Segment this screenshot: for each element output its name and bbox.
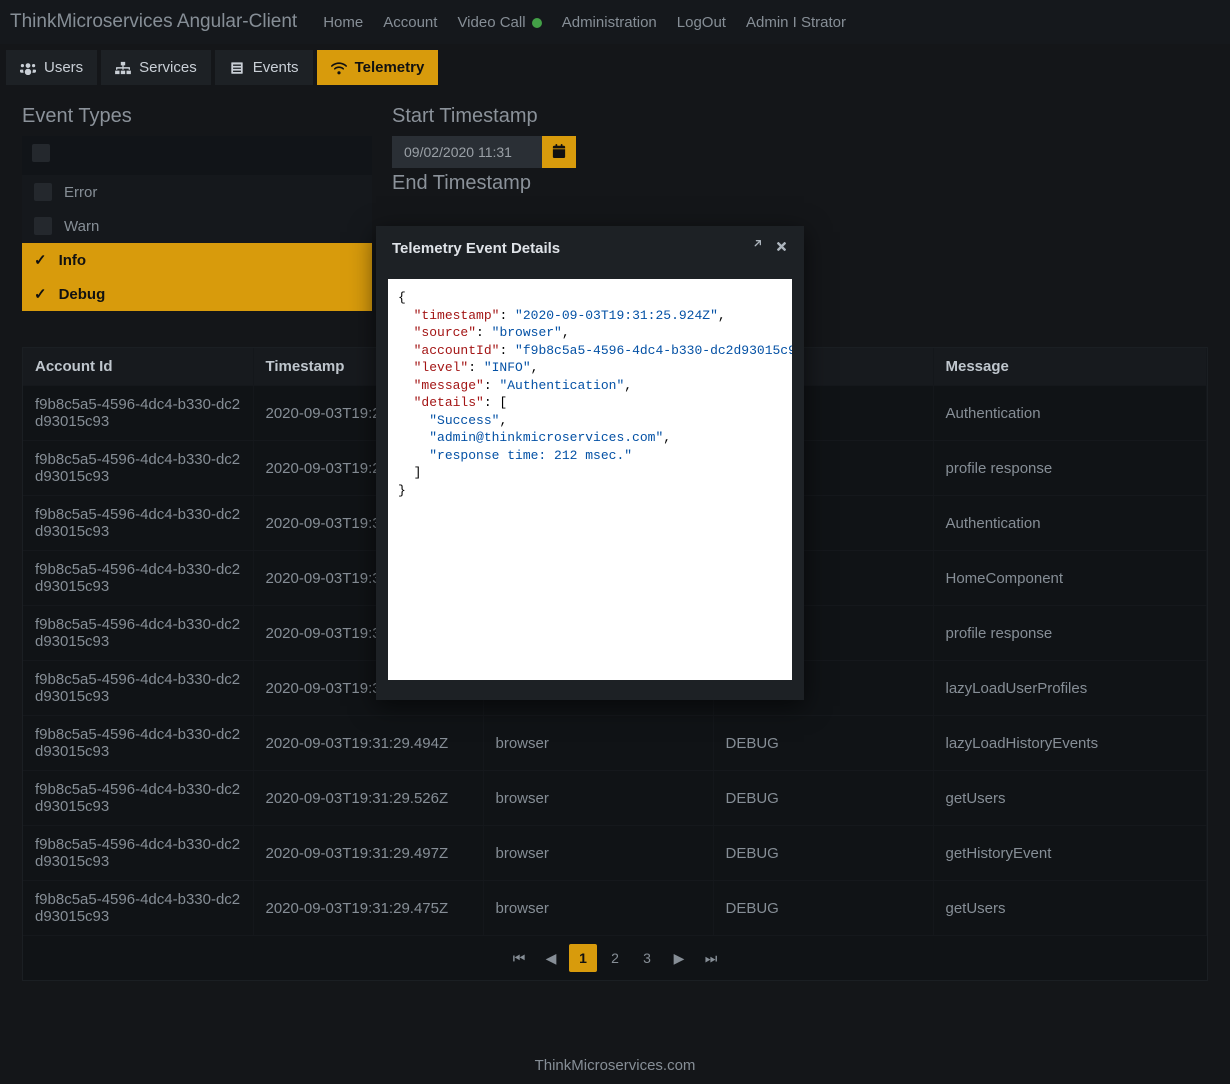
- presence-dot-icon: [532, 18, 542, 28]
- table-cell: getHistoryEvent: [933, 826, 1207, 881]
- tab-users[interactable]: Users: [6, 50, 97, 85]
- table-cell: browser: [483, 771, 713, 826]
- table-cell: f9b8c5a5-4596-4dc4-b330-dc2d93015c93: [23, 661, 253, 716]
- table-cell: getUsers: [933, 881, 1207, 936]
- maximize-icon[interactable]: [747, 240, 761, 257]
- table-cell: f9b8c5a5-4596-4dc4-b330-dc2d93015c93: [23, 386, 253, 441]
- check-icon: ✓: [34, 251, 47, 269]
- table-cell: DEBUG: [713, 881, 933, 936]
- start-timestamp-picker-button[interactable]: [542, 136, 576, 168]
- event-types-list: Error Warn ✓ Info ✓ Debug: [22, 136, 372, 311]
- start-timestamp-input[interactable]: [392, 136, 542, 168]
- table-cell: browser: [483, 716, 713, 771]
- start-timestamp-title: Start Timestamp: [392, 105, 1208, 128]
- pager-page-2[interactable]: 2: [601, 944, 629, 972]
- table-cell: HomeComponent: [933, 551, 1207, 606]
- nav-account[interactable]: Account: [375, 8, 445, 37]
- table-cell: 2020-09-03T19:31:29.494Z: [253, 716, 483, 771]
- tab-services[interactable]: Services: [101, 50, 211, 85]
- table-cell: Authentication: [933, 496, 1207, 551]
- nav-administration[interactable]: Administration: [554, 8, 665, 37]
- table-cell: DEBUG: [713, 771, 933, 826]
- table-cell: f9b8c5a5-4596-4dc4-b330-dc2d93015c93: [23, 771, 253, 826]
- table-cell: browser: [483, 826, 713, 881]
- event-type-info[interactable]: ✓ Info: [22, 243, 372, 277]
- pager-page-1[interactable]: 1: [569, 944, 597, 972]
- table-row[interactable]: f9b8c5a5-4596-4dc4-b330-dc2d93015c932020…: [23, 716, 1207, 771]
- checkbox-icon: [34, 217, 52, 235]
- tab-events[interactable]: Events: [215, 50, 313, 85]
- th-message[interactable]: Message: [933, 348, 1207, 386]
- wifi-icon: [331, 59, 347, 76]
- end-timestamp-title: End Timestamp: [392, 172, 1208, 195]
- pager-first[interactable]: ⏮: [505, 944, 533, 972]
- telemetry-details-modal: Telemetry Event Details { "timestamp": "…: [376, 226, 804, 700]
- table-cell: f9b8c5a5-4596-4dc4-b330-dc2d93015c93: [23, 551, 253, 606]
- tab-services-label: Services: [139, 59, 197, 76]
- event-type-warn[interactable]: Warn: [22, 209, 372, 243]
- tab-events-label: Events: [253, 59, 299, 76]
- close-icon[interactable]: [775, 240, 788, 257]
- table-row[interactable]: f9b8c5a5-4596-4dc4-b330-dc2d93015c932020…: [23, 826, 1207, 881]
- check-icon: ✓: [34, 285, 47, 303]
- table-cell: 2020-09-03T19:31:29.475Z: [253, 881, 483, 936]
- pager-page-3[interactable]: 3: [633, 944, 661, 972]
- table-cell: f9b8c5a5-4596-4dc4-b330-dc2d93015c93: [23, 606, 253, 661]
- pager-next[interactable]: ▶: [665, 944, 693, 972]
- sitemap-icon: [115, 59, 131, 76]
- admin-tabs: Users Services Events Telemetry: [0, 44, 1230, 95]
- nav-logout[interactable]: LogOut: [669, 8, 734, 37]
- event-type-warn-label: Warn: [64, 218, 99, 235]
- table-cell: f9b8c5a5-4596-4dc4-b330-dc2d93015c93: [23, 881, 253, 936]
- table-cell: lazyLoadHistoryEvents: [933, 716, 1207, 771]
- tab-users-label: Users: [44, 59, 83, 76]
- table-cell: f9b8c5a5-4596-4dc4-b330-dc2d93015c93: [23, 496, 253, 551]
- modal-title: Telemetry Event Details: [392, 240, 560, 257]
- nav-home[interactable]: Home: [315, 8, 371, 37]
- event-type-info-label: Info: [59, 252, 87, 269]
- checkbox-icon: [32, 144, 50, 162]
- modal-json-body: { "timestamp": "2020-09-03T19:31:25.924Z…: [388, 279, 792, 680]
- calendar-icon: [552, 144, 566, 161]
- footer-text: ThinkMicroservices.com: [0, 1057, 1230, 1074]
- table-cell: f9b8c5a5-4596-4dc4-b330-dc2d93015c93: [23, 826, 253, 881]
- event-type-all[interactable]: [22, 136, 372, 175]
- table-cell: DEBUG: [713, 826, 933, 881]
- brand-title: ThinkMicroservices Angular-Client: [10, 11, 315, 33]
- nav-video-call[interactable]: Video Call: [449, 8, 549, 37]
- table-row[interactable]: f9b8c5a5-4596-4dc4-b330-dc2d93015c932020…: [23, 881, 1207, 936]
- table-cell: getUsers: [933, 771, 1207, 826]
- tab-telemetry-label: Telemetry: [355, 59, 425, 76]
- table-cell: Authentication: [933, 386, 1207, 441]
- th-account[interactable]: Account Id: [23, 348, 253, 386]
- top-navbar: ThinkMicroservices Angular-Client Home A…: [0, 0, 1230, 44]
- event-type-error-label: Error: [64, 184, 97, 201]
- table-cell: profile response: [933, 441, 1207, 496]
- table-cell: 2020-09-03T19:31:29.497Z: [253, 826, 483, 881]
- table-cell: 2020-09-03T19:31:29.526Z: [253, 771, 483, 826]
- event-type-error[interactable]: Error: [22, 175, 372, 209]
- list-icon: [229, 59, 245, 76]
- pager-prev[interactable]: ◀: [537, 944, 565, 972]
- table-row[interactable]: f9b8c5a5-4596-4dc4-b330-dc2d93015c932020…: [23, 771, 1207, 826]
- nav-video-call-label: Video Call: [457, 14, 525, 31]
- pager-last[interactable]: ⏭: [697, 944, 725, 972]
- users-icon: [20, 59, 36, 76]
- event-type-debug-label: Debug: [59, 286, 106, 303]
- table-cell: f9b8c5a5-4596-4dc4-b330-dc2d93015c93: [23, 716, 253, 771]
- checkbox-icon: [34, 183, 52, 201]
- pager: ⏮ ◀ 1 2 3 ▶ ⏭: [23, 936, 1207, 980]
- table-cell: lazyLoadUserProfiles: [933, 661, 1207, 716]
- tab-telemetry[interactable]: Telemetry: [317, 50, 439, 85]
- nav-username[interactable]: Admin I Strator: [738, 8, 854, 37]
- event-types-title: Event Types: [22, 105, 372, 128]
- event-type-debug[interactable]: ✓ Debug: [22, 277, 372, 311]
- table-cell: browser: [483, 881, 713, 936]
- table-cell: profile response: [933, 606, 1207, 661]
- table-cell: DEBUG: [713, 716, 933, 771]
- table-cell: f9b8c5a5-4596-4dc4-b330-dc2d93015c93: [23, 441, 253, 496]
